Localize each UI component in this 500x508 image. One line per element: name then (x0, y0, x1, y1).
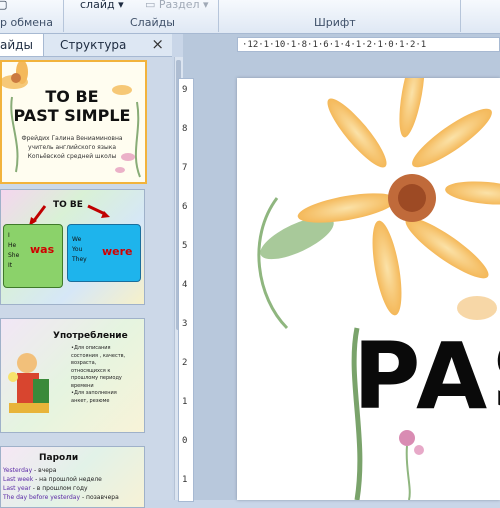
usage-line: состояния , качеств, (71, 352, 126, 359)
thumb-title-line2: PAST SIMPLE (13, 106, 131, 125)
scroll-right: We You They were (67, 224, 141, 282)
usage-line: прошлому периоду (71, 375, 122, 381)
cartoon-image (8, 353, 49, 413)
pronoun: They (72, 256, 87, 263)
vertical-ruler[interactable]: 9 8 7 6 5 4 3 2 1 0 1 (178, 78, 194, 502)
usage-line: относящихся к (71, 367, 111, 374)
slides-group-label: Слайды (130, 16, 175, 29)
usage-line: времени (71, 382, 94, 389)
ribbon: ▢ р обмена слайд ▾ ▭ Раздел ▾ Слайды Шри… (0, 0, 500, 34)
slide-thumbnail-1[interactable]: TO BE PAST SIMPLE Фрейдих Галина Вениами… (0, 60, 147, 184)
password-row: Last week - на прошлой неделе (3, 476, 102, 483)
usage-line: возраста, (71, 360, 97, 366)
clipboard-group-label: р обмена (0, 16, 53, 29)
thumb-title: Пароли (39, 453, 79, 463)
ruler-number: 8 (182, 124, 188, 134)
thumb-author-line: Копьёвской средней школы (27, 153, 117, 160)
slides-pane: TO BE PAST SIMPLE Фрейдих Галина Вениами… (0, 57, 172, 508)
scroll-left: I He She It was (3, 224, 63, 288)
thumb-title-line1: TO BE (45, 87, 99, 106)
ribbon-separator (218, 0, 219, 32)
pronoun: He (8, 242, 17, 249)
usage-line: анкет, резюме (71, 397, 110, 404)
ruler-number: 9 (182, 85, 188, 95)
clipboard-button-fragment[interactable]: ▢ (0, 0, 7, 11)
thumb-author-line: Фрейдих Галина Вениаминовна (21, 135, 123, 142)
slide-thumbnail-4[interactable]: Пароли Yesterday - вчера Last week - на … (0, 446, 145, 508)
horizontal-ruler[interactable]: ·12·1·10·1·8·1·6·1·4·1·2·1·0·1·2·1 (237, 37, 500, 52)
slide-thumbnail-3[interactable]: Употребление •Для описания состояния , к… (0, 318, 145, 433)
font-group-label: Шрифт (314, 16, 356, 29)
ruler-number: 4 (182, 280, 188, 290)
tab-outline[interactable]: Структура (60, 34, 126, 56)
pronoun: We (72, 236, 82, 243)
ruler-number: 0 (182, 436, 188, 446)
ruler-number: 2 (182, 358, 188, 368)
ruler-number: 5 (182, 241, 188, 251)
slide-title[interactable]: PAS (353, 323, 500, 430)
ruler-number: 3 (182, 319, 188, 329)
ruler-number: 7 (182, 163, 188, 173)
panel-tabs: айды Структура × (0, 34, 172, 57)
ribbon-separator (63, 0, 64, 32)
pronoun: I (8, 232, 10, 239)
pronoun: She (8, 252, 20, 259)
ruler-number: 1 (182, 475, 188, 485)
pronoun: It (8, 262, 13, 269)
section-button[interactable]: ▭ Раздел ▾ (145, 0, 209, 11)
close-icon[interactable]: × (151, 35, 164, 53)
thumb-title: Употребление (53, 331, 128, 341)
ruler-number: 1 (182, 397, 188, 407)
slide-canvas[interactable]: PAS (237, 78, 500, 500)
flower-artwork (257, 78, 500, 500)
password-row: Last year - в прошлом году (3, 485, 88, 492)
pronoun: You (72, 246, 83, 253)
section-icon: ▭ (145, 0, 156, 11)
slide-thumbnail-2[interactable]: TO BE I He She It was We You They were (0, 189, 145, 305)
ribbon-separator (460, 0, 461, 32)
tab-slides[interactable]: айды (0, 34, 44, 56)
usage-line: •Для заполнения (71, 390, 117, 396)
ruler-number: 6 (182, 202, 188, 212)
password-row: The day before yesterday - позавчера (3, 494, 119, 501)
verb-were: were (102, 245, 133, 258)
layout-button[interactable]: слайд ▾ (80, 0, 124, 11)
thumb-author-line: учитель английского языка (27, 144, 116, 151)
verb-was: was (30, 243, 55, 256)
usage-line: •Для описания (71, 345, 111, 351)
password-row: Yesterday - вчера (3, 467, 57, 474)
